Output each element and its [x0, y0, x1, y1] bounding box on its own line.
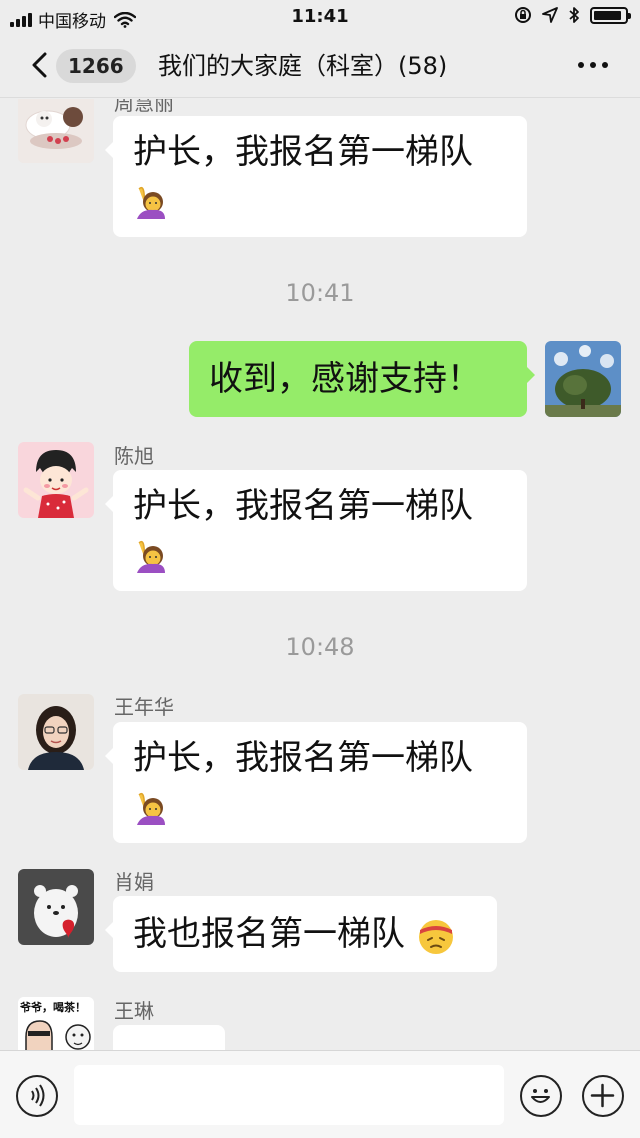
- message-text: 我也报名第一梯队: [133, 914, 405, 954]
- message-bubble[interactable]: 护长，我报名第一梯队: [105, 116, 527, 237]
- sender-name: 王琳: [114, 999, 154, 1023]
- message-text: 护长，我报名第一梯队: [133, 486, 473, 526]
- avatar[interactable]: [18, 442, 94, 518]
- bluetooth-icon: [569, 7, 579, 23]
- unread-count-badge[interactable]: 1266: [56, 49, 136, 83]
- avatar[interactable]: [18, 869, 94, 945]
- message-bubble[interactable]: [113, 1025, 225, 1050]
- sender-name: 陈旭: [114, 444, 154, 468]
- sender-name: 肖娟: [114, 870, 154, 894]
- emoji-picker-icon[interactable]: [520, 1075, 562, 1117]
- message-text: 护长，我报名第一梯队: [133, 132, 473, 172]
- sender-name: 周慧丽: [114, 99, 174, 115]
- voice-input-icon[interactable]: [16, 1075, 58, 1117]
- status-bar: 中国移动 11:41: [0, 0, 640, 34]
- avatar[interactable]: [18, 694, 94, 770]
- avatar[interactable]: 爷爷，喝茶！: [18, 997, 94, 1050]
- message-list[interactable]: 周慧丽 护长，我报名第一梯队 10:41 收到，感谢支持！ 陈旭 护长，我报名第…: [0, 99, 640, 1050]
- message-bubble-self[interactable]: 收到，感谢支持！: [189, 341, 535, 417]
- sender-name: 王年华: [114, 695, 174, 719]
- headband-face-emoji-icon: [418, 919, 453, 954]
- add-attachment-icon[interactable]: [582, 1075, 624, 1117]
- input-bar: [0, 1050, 640, 1138]
- chat-header: 1266 我们的大家庭（科室）(58): [0, 34, 640, 98]
- timestamp: 10:48: [285, 633, 355, 661]
- avatar[interactable]: [18, 99, 94, 163]
- message-text: 收到，感谢支持！: [209, 359, 481, 399]
- raising-hand-woman-emoji-icon: [137, 186, 165, 219]
- message-bubble[interactable]: 护长，我报名第一梯队: [105, 470, 527, 591]
- orientation-lock-icon: [515, 7, 531, 23]
- message-bubble[interactable]: 护长，我报名第一梯队: [105, 722, 527, 843]
- raising-hand-woman-emoji-icon: [137, 540, 165, 573]
- message-text: 护长，我报名第一梯队: [133, 738, 473, 778]
- raising-hand-woman-emoji-icon: [137, 792, 165, 825]
- location-icon: [542, 7, 558, 23]
- status-right: [514, 6, 631, 24]
- avatar-caption: 爷爷，喝茶！: [20, 1001, 86, 1014]
- message-input[interactable]: [74, 1065, 504, 1125]
- timestamp: 10:41: [285, 279, 355, 307]
- back-arrow-icon[interactable]: [28, 52, 54, 78]
- message-bubble[interactable]: 我也报名第一梯队: [105, 896, 497, 972]
- self-avatar[interactable]: [545, 341, 621, 417]
- group-chat-title: 我们的大家庭（科室）(58): [158, 52, 448, 80]
- more-options-icon[interactable]: [578, 62, 608, 68]
- battery-icon: [590, 6, 631, 24]
